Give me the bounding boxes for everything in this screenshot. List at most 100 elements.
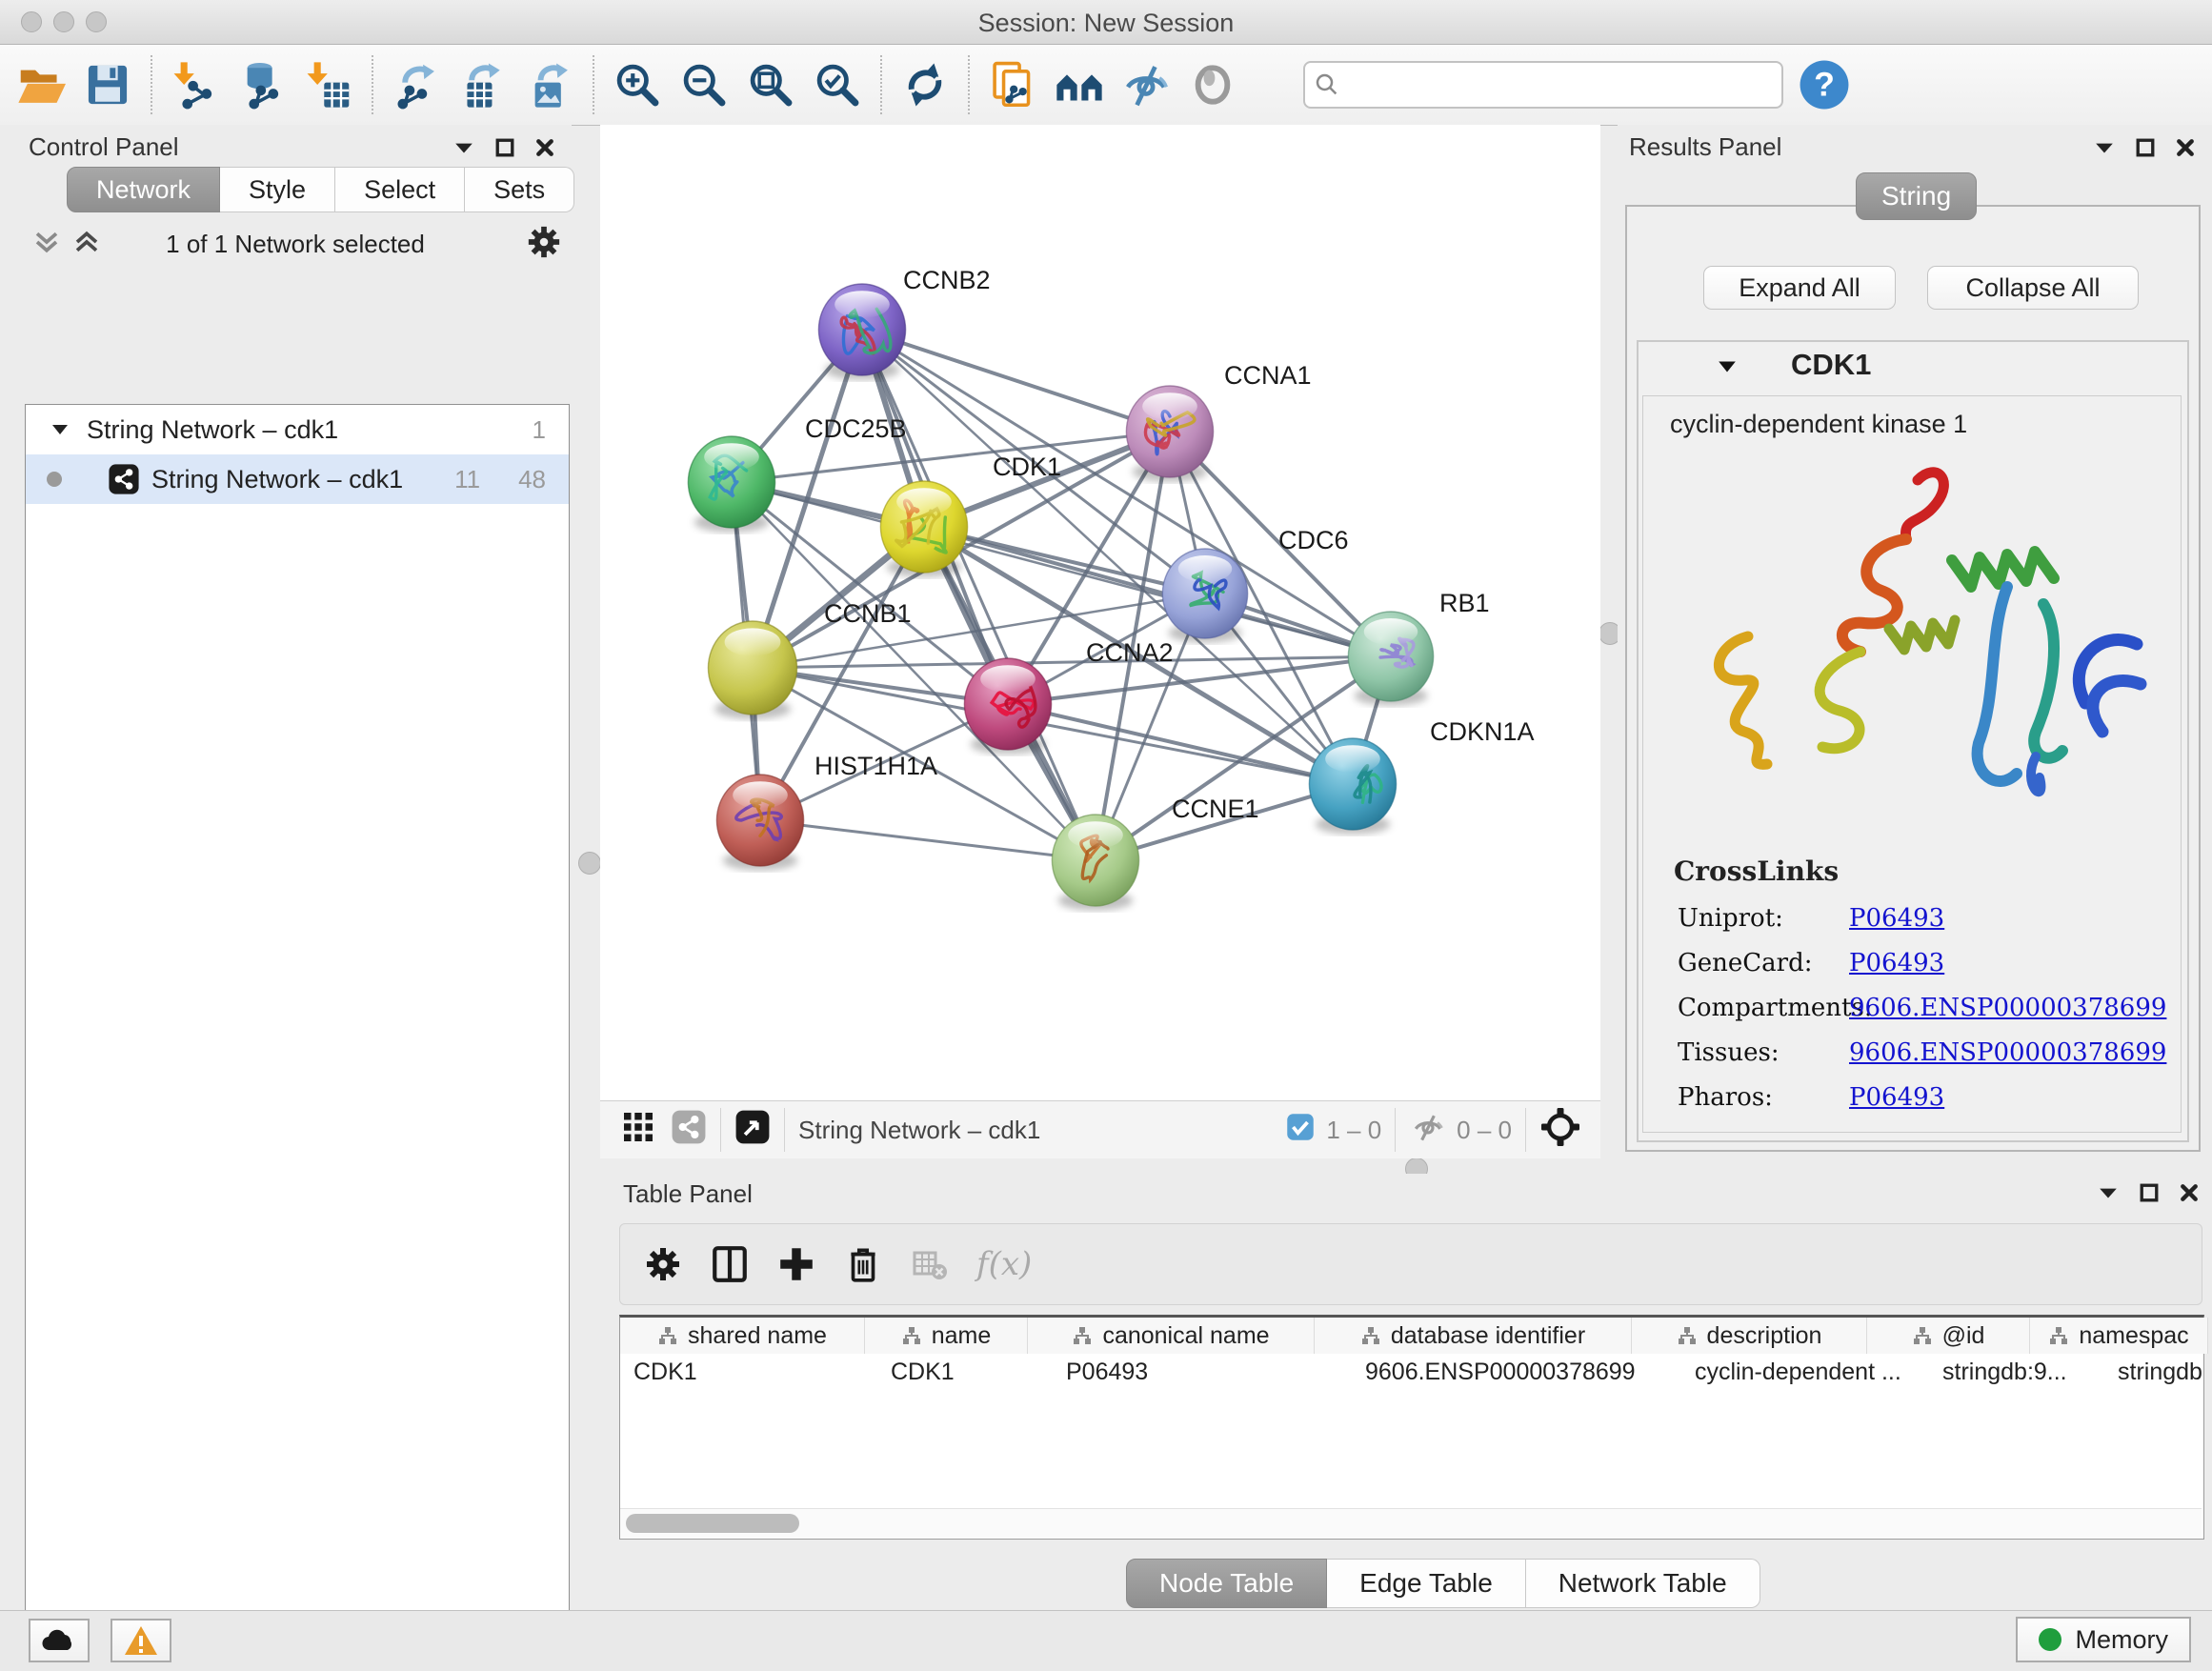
column-header-name[interactable]: name [865,1318,1028,1354]
save-session-icon[interactable] [80,57,135,112]
column-header--id[interactable]: @id [1867,1318,2030,1354]
network-node-CCNE1[interactable]: CCNE1 [1052,795,1258,911]
expand-all-button[interactable]: Expand All [1703,266,1896,310]
zoom-in-icon[interactable] [610,57,665,112]
crosslink-link[interactable]: 9606.ENSP00000378699 [1849,1038,2166,1067]
gene-description: cyclin-dependent kinase 1 [1670,410,1967,439]
network-tree: String Network – cdk1 1 String Network –… [25,404,570,1671]
column-header-canonical-name[interactable]: canonical name [1028,1318,1315,1354]
tab-style[interactable]: Style [220,167,335,212]
crosslink-link[interactable]: P06493 [1849,949,1944,977]
gene-collapse-triangle-icon[interactable] [1717,359,1738,374]
panel-close-icon[interactable] [2176,138,2195,157]
hide-selected-icon[interactable] [1118,57,1174,112]
add-column-icon[interactable] [769,1237,824,1292]
collapse-triangle-icon[interactable] [50,422,70,437]
crosslink-link[interactable]: P06493 [1849,904,1944,933]
table-row[interactable]: CDK1CDK1P064939606.ENSP00000378699cyclin… [620,1354,2203,1390]
hidden-eye-slash-icon[interactable] [1409,1108,1447,1153]
tab-network[interactable]: Network [67,167,220,212]
tab-edge-table[interactable]: Edge Table [1327,1559,1526,1608]
import-table-file-icon[interactable] [301,57,356,112]
table-cell[interactable]: cyclin-dependent ... [1681,1354,1929,1390]
panel-float-icon[interactable] [2136,138,2155,157]
network-options-gear-icon[interactable] [526,224,562,265]
cloud-button[interactable] [29,1619,90,1662]
table-cell[interactable]: 9606.ENSP00000378699 [1352,1354,1681,1390]
node-gloss-highlight [1325,745,1380,773]
show-columns-icon[interactable] [702,1237,757,1292]
scrollbar-thumb[interactable] [626,1514,799,1533]
panel-close-icon[interactable] [2180,1183,2199,1202]
network-collection-row[interactable]: String Network – cdk1 1 [26,405,569,454]
export-image-icon[interactable] [522,57,577,112]
network-node-CDKN1A[interactable]: CDKN1A [1309,717,1534,835]
zoom-fit-icon[interactable] [743,57,798,112]
network-node-HIST1H1A[interactable]: HIST1H1A [716,752,937,871]
network-canvas[interactable]: CCNB2CCNA1CDC25BCDK1CDC6RB1CCNB1CCNA2CDK… [600,125,1600,1100]
network-label: String Network – cdk1 [151,465,454,494]
warning-button[interactable] [111,1619,171,1662]
column-header-description[interactable]: description [1632,1318,1867,1354]
collapse-all-networks-icon[interactable] [32,228,61,261]
zoom-out-icon[interactable] [676,57,732,112]
node-gloss-highlight [704,443,759,471]
crosslink-link[interactable]: 9606.ENSP00000378699 [1849,994,2166,1022]
panel-menu-icon[interactable] [2098,1185,2119,1200]
tab-network-table[interactable]: Network Table [1526,1559,1760,1608]
column-header-database-identifier[interactable]: database identifier [1315,1318,1632,1354]
selected-checkbox-icon[interactable] [1286,1113,1315,1148]
network-node-RB1[interactable]: RB1 [1348,589,1489,706]
tab-node-table[interactable]: Node Table [1126,1559,1327,1608]
apply-layout-icon[interactable] [897,57,953,112]
table-cell[interactable]: P06493 [1053,1354,1352,1390]
left-splitter-handle[interactable] [578,852,601,875]
table-cell[interactable]: CDK1 [877,1354,1053,1390]
network-edge[interactable] [862,330,1170,432]
network-row[interactable]: String Network – cdk1 11 48 [26,454,569,504]
import-network-file-icon[interactable] [168,57,223,112]
panel-close-icon[interactable] [535,138,554,157]
delete-column-icon[interactable] [835,1237,891,1292]
table-cell[interactable]: CDK1 [620,1354,877,1390]
network-edge[interactable] [760,820,1096,860]
help-icon[interactable]: ? [1797,57,1852,112]
show-hide-graphics-icon[interactable] [1052,57,1107,112]
table-horizontal-scrollbar[interactable] [620,1508,2202,1538]
export-network-icon[interactable] [389,57,444,112]
string-app-icon [108,463,140,495]
column-header-shared-name[interactable]: shared name [620,1318,865,1354]
fit-selected-crosshair-icon[interactable] [1539,1106,1581,1155]
network-edge[interactable] [862,330,1096,860]
memory-button[interactable]: Memory [2016,1617,2191,1662]
column-header-namespac[interactable]: namespac [2030,1318,2208,1354]
import-network-database-icon[interactable] [234,57,290,112]
panel-float-icon[interactable] [2140,1183,2159,1202]
crosslink-link[interactable]: P06493 [1849,1083,1944,1112]
main-toolbar: ? [0,45,2212,126]
collapse-all-button[interactable]: Collapse All [1927,266,2139,310]
open-session-icon[interactable] [13,57,69,112]
birds-eye-view-icon[interactable] [734,1109,771,1152]
search-field[interactable] [1303,61,1783,109]
network-graph[interactable]: CCNB2CCNA1CDC25BCDK1CDC6RB1CCNB1CCNA2CDK… [600,125,1600,1100]
tab-select[interactable]: Select [335,167,465,212]
table-cell[interactable]: stringdb [2104,1354,2212,1390]
panel-float-icon[interactable] [495,138,514,157]
node-gloss-highlight [1142,393,1197,420]
grid-view-icon[interactable] [621,1110,655,1151]
edge-count: 48 [518,465,546,494]
tab-string[interactable]: String [1856,172,1977,220]
panel-menu-icon[interactable] [453,140,474,155]
export-table-icon[interactable] [455,57,511,112]
first-neighbors-icon[interactable] [985,57,1040,112]
panel-menu-icon[interactable] [2094,140,2115,155]
expand-all-networks-icon[interactable] [72,228,101,261]
tab-sets[interactable]: Sets [465,167,574,212]
network-view-icon[interactable] [671,1109,707,1152]
table-settings-gear-icon[interactable] [635,1237,691,1292]
search-input[interactable] [1349,70,1762,99]
network-node-CCNA1[interactable]: CCNA1 [1126,361,1311,482]
zoom-selected-icon[interactable] [810,57,865,112]
table-cell[interactable]: stringdb:9... [1929,1354,2104,1390]
